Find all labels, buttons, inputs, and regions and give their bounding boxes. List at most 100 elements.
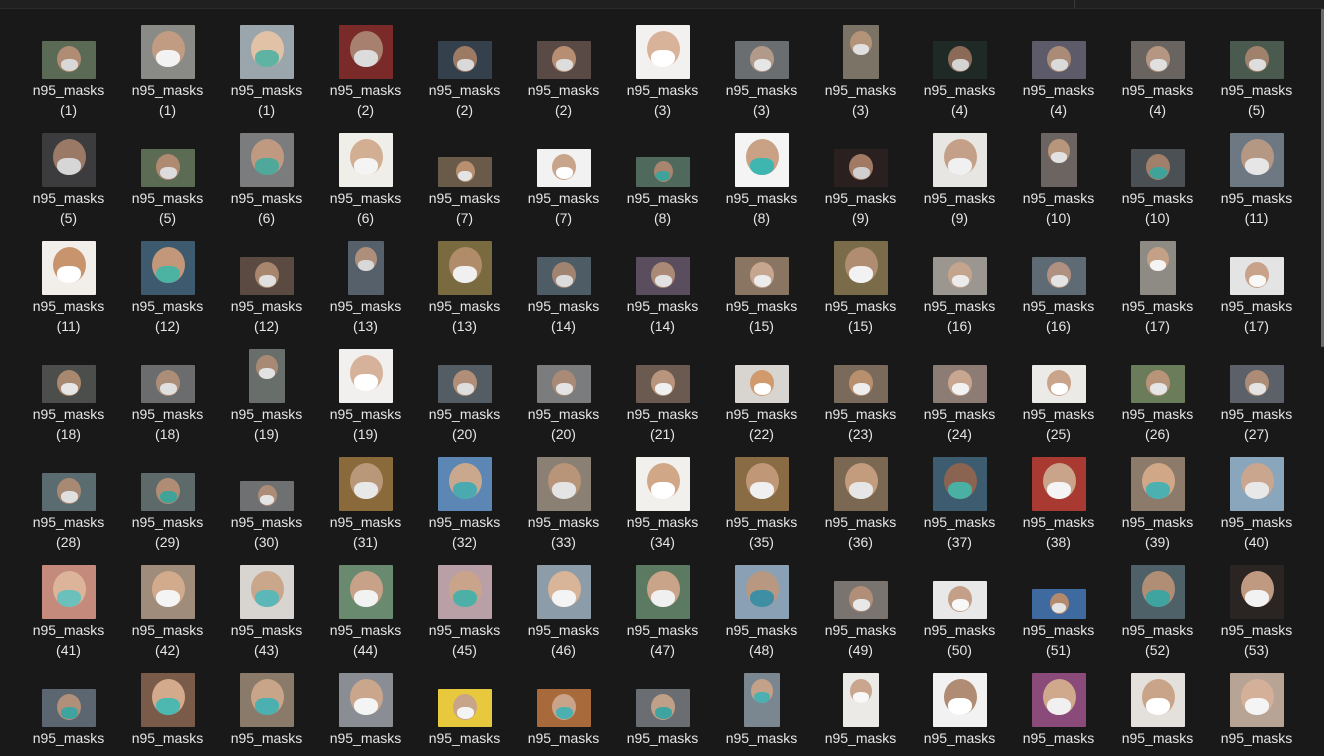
file-item[interactable]: n95_masks (18)	[19, 342, 118, 450]
file-item[interactable]: n95_masks (16)	[910, 234, 1009, 342]
photo-thumbnail-icon[interactable]	[536, 565, 591, 619]
photo-thumbnail-icon[interactable]	[536, 149, 591, 187]
file-item[interactable]: n95_masks (16)	[1009, 234, 1108, 342]
file-item[interactable]: n95_masks (20)	[514, 342, 613, 450]
photo-thumbnail-icon[interactable]	[734, 41, 789, 79]
photo-thumbnail-icon[interactable]	[536, 41, 591, 79]
file-item[interactable]: n95_masks (15)	[811, 234, 910, 342]
file-item[interactable]: n95_masks	[712, 666, 811, 756]
photo-thumbnail-icon[interactable]	[734, 133, 789, 187]
photo-thumbnail-icon[interactable]	[1229, 41, 1284, 79]
file-item[interactable]: n95_masks	[613, 666, 712, 756]
photo-thumbnail-icon[interactable]	[1229, 133, 1284, 187]
file-item[interactable]: n95_masks (9)	[910, 126, 1009, 234]
file-item[interactable]: n95_masks (11)	[19, 234, 118, 342]
photo-thumbnail-icon[interactable]	[41, 473, 96, 511]
photo-thumbnail-icon[interactable]	[41, 241, 96, 295]
file-item[interactable]: n95_masks (3)	[613, 18, 712, 126]
file-item[interactable]: n95_masks (29)	[118, 450, 217, 558]
photo-thumbnail-icon[interactable]	[635, 365, 690, 403]
file-item[interactable]: n95_masks	[415, 666, 514, 756]
file-item[interactable]: n95_masks (5)	[1207, 18, 1306, 126]
photo-thumbnail-icon[interactable]	[248, 349, 285, 403]
file-item[interactable]: n95_masks (17)	[1207, 234, 1306, 342]
file-item[interactable]: n95_masks (21)	[613, 342, 712, 450]
photo-thumbnail-icon[interactable]	[743, 673, 780, 727]
file-item[interactable]: n95_masks (2)	[316, 18, 415, 126]
file-item[interactable]: n95_masks (15)	[712, 234, 811, 342]
file-item[interactable]: n95_masks (6)	[316, 126, 415, 234]
file-item[interactable]: n95_masks	[217, 666, 316, 756]
photo-thumbnail-icon[interactable]	[734, 565, 789, 619]
file-item[interactable]: n95_masks (37)	[910, 450, 1009, 558]
file-item[interactable]: n95_masks (52)	[1108, 558, 1207, 666]
photo-thumbnail-icon[interactable]	[1139, 241, 1176, 295]
photo-thumbnail-icon[interactable]	[437, 457, 492, 511]
photo-thumbnail-icon[interactable]	[437, 689, 492, 727]
file-item[interactable]: n95_masks (50)	[910, 558, 1009, 666]
photo-thumbnail-icon[interactable]	[1130, 41, 1185, 79]
photo-thumbnail-icon[interactable]	[338, 25, 393, 79]
photo-thumbnail-icon[interactable]	[41, 365, 96, 403]
photo-thumbnail-icon[interactable]	[932, 457, 987, 511]
file-item[interactable]: n95_masks (12)	[118, 234, 217, 342]
photo-thumbnail-icon[interactable]	[437, 41, 492, 79]
file-item[interactable]: n95_masks (41)	[19, 558, 118, 666]
photo-thumbnail-icon[interactable]	[437, 157, 492, 187]
file-item[interactable]: n95_masks (44)	[316, 558, 415, 666]
file-item[interactable]: n95_masks (1)	[217, 18, 316, 126]
file-item[interactable]: n95_masks	[910, 666, 1009, 756]
file-item[interactable]: n95_masks (1)	[118, 18, 217, 126]
file-item[interactable]: n95_masks (9)	[811, 126, 910, 234]
photo-thumbnail-icon[interactable]	[635, 257, 690, 295]
file-item[interactable]: n95_masks (1)	[19, 18, 118, 126]
photo-thumbnail-icon[interactable]	[833, 581, 888, 619]
file-item[interactable]: n95_masks (10)	[1009, 126, 1108, 234]
file-item[interactable]: n95_masks (4)	[910, 18, 1009, 126]
photo-thumbnail-icon[interactable]	[734, 457, 789, 511]
photo-thumbnail-icon[interactable]	[635, 457, 690, 511]
photo-thumbnail-icon[interactable]	[1031, 673, 1086, 727]
photo-thumbnail-icon[interactable]	[239, 133, 294, 187]
photo-thumbnail-icon[interactable]	[932, 581, 987, 619]
photo-thumbnail-icon[interactable]	[140, 25, 195, 79]
file-item[interactable]: n95_masks (51)	[1009, 558, 1108, 666]
photo-thumbnail-icon[interactable]	[842, 25, 879, 79]
photo-thumbnail-icon[interactable]	[140, 565, 195, 619]
file-item[interactable]: n95_masks (27)	[1207, 342, 1306, 450]
file-item[interactable]: n95_masks (14)	[613, 234, 712, 342]
photo-thumbnail-icon[interactable]	[1229, 257, 1284, 295]
photo-thumbnail-icon[interactable]	[833, 457, 888, 511]
file-item[interactable]: n95_masks	[811, 666, 910, 756]
file-item[interactable]: n95_masks (19)	[217, 342, 316, 450]
file-item[interactable]: n95_masks (23)	[811, 342, 910, 450]
file-item[interactable]: n95_masks (19)	[316, 342, 415, 450]
file-item[interactable]: n95_masks (6)	[217, 126, 316, 234]
photo-thumbnail-icon[interactable]	[932, 365, 987, 403]
file-item[interactable]: n95_masks (25)	[1009, 342, 1108, 450]
photo-thumbnail-icon[interactable]	[1040, 133, 1077, 187]
file-item[interactable]: n95_masks	[118, 666, 217, 756]
file-item[interactable]: n95_masks (7)	[415, 126, 514, 234]
photo-thumbnail-icon[interactable]	[1130, 457, 1185, 511]
file-item[interactable]: n95_masks (46)	[514, 558, 613, 666]
photo-thumbnail-icon[interactable]	[1031, 589, 1086, 619]
photo-thumbnail-icon[interactable]	[635, 25, 690, 79]
photo-thumbnail-icon[interactable]	[140, 149, 195, 187]
photo-thumbnail-icon[interactable]	[842, 673, 879, 727]
photo-thumbnail-icon[interactable]	[536, 257, 591, 295]
photo-thumbnail-icon[interactable]	[1130, 673, 1185, 727]
photo-thumbnail-icon[interactable]	[833, 365, 888, 403]
photo-thumbnail-icon[interactable]	[1031, 457, 1086, 511]
photo-thumbnail-icon[interactable]	[338, 133, 393, 187]
photo-thumbnail-icon[interactable]	[239, 673, 294, 727]
file-item[interactable]: n95_masks (7)	[514, 126, 613, 234]
photo-thumbnail-icon[interactable]	[41, 41, 96, 79]
file-item[interactable]: n95_masks (36)	[811, 450, 910, 558]
photo-thumbnail-icon[interactable]	[338, 565, 393, 619]
file-item[interactable]: n95_masks (5)	[19, 126, 118, 234]
file-item[interactable]: n95_masks (13)	[415, 234, 514, 342]
photo-thumbnail-icon[interactable]	[437, 565, 492, 619]
photo-thumbnail-icon[interactable]	[239, 565, 294, 619]
file-item[interactable]: n95_masks (32)	[415, 450, 514, 558]
